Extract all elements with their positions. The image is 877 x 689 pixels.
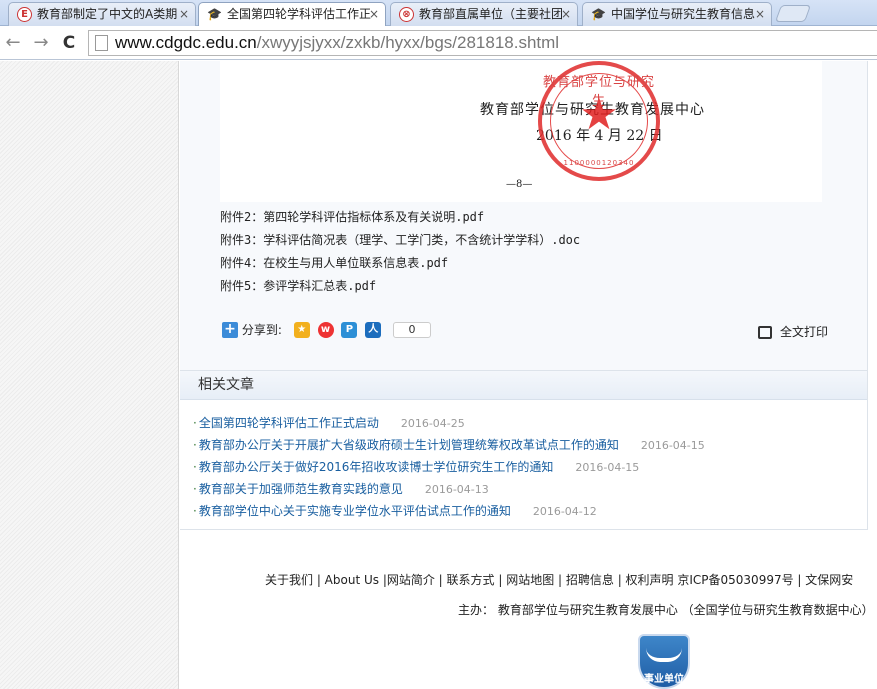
browser-tab[interactable]: ⊗ 教育部直属单位（主要社团 × [390,2,578,26]
attachment-link[interactable]: 附件3：学科评估简况表（理学、工学门类，不含统计学学科）.doc [220,229,580,252]
wave-icon [646,648,682,662]
bullet-icon: · [193,482,197,496]
document-page-number: —8— [506,179,533,190]
footer-host-info: 主办： 教育部学位与研究生教育发展中心 （全国学位与研究生教育数据中心） [458,603,874,617]
back-arrow-icon[interactable]: ← [2,32,24,54]
forward-arrow-icon[interactable]: → [30,32,52,54]
qzone-icon[interactable]: ★ [293,321,310,338]
list-item: · 教育部学位中心关于实施专业学位水平评估试点工作的通知 2016-04-12 [193,500,867,522]
list-item: · 教育部关于加强师范生教育实践的意见 2016-04-13 [193,478,867,500]
related-article-date: 2016-04-13 [424,483,489,496]
share-plus-icon[interactable]: + [222,321,238,338]
tab-title: 教育部制定了中文的A类期 [37,7,178,21]
related-article-date: 2016-04-15 [575,461,640,474]
qq-icon[interactable]: P [341,321,358,338]
address-bar[interactable]: www.cdgdc.edu.cn/xwyyjsjyxx/zxkb/hyxx/bg… [88,30,877,56]
seal-icon: ⊗ [399,7,414,22]
badge-text: 事业单位 [644,674,684,685]
tab-title: 全国第四轮学科评估工作正 [227,7,372,21]
document-scan-image: 教育部学位与研究生教育发展中心 2016 年 4 月 22 日 教育部学位与研究… [220,61,822,202]
list-item: · 教育部办公厅关于开展扩大省级政府硕士生计划管理统筹权改革试点工作的通知 2016… [193,434,867,456]
related-articles-panel: 相关文章 · 全国第四轮学科评估工作正式启动 2016-04-25 · 教育部办公厅关… [180,370,868,530]
public-institution-badge[interactable]: 事业单位 [638,634,690,689]
browser-toolbar: ← → C www.cdgdc.edu.cn/xwyyjsjyxx/zxkb/h… [0,26,877,60]
official-seal-stamp: 教育部学位与研究生 ★ 1100000120340 [538,61,660,181]
tab-close-icon[interactable]: × [561,3,571,25]
related-article-date: 2016-04-12 [532,505,597,518]
tab-title: 中国学位与研究生教育信息 [611,7,756,21]
url-path: /xwyyjsjyxx/zxkb/hyxx/bgs/281818.shtml [256,33,560,52]
related-article-date: 2016-04-15 [640,439,705,452]
browser-tab-active[interactable]: 🎓 全国第四轮学科评估工作正 × [198,2,386,26]
page-icon [95,35,108,51]
related-article-link[interactable]: 教育部学位中心关于实施专业学位水平评估试点工作的通知 [199,504,511,518]
reload-icon[interactable]: C [58,32,80,54]
list-item: · 全国第四轮学科评估工作正式启动 2016-04-25 [193,412,867,434]
footer-links[interactable]: 关于我们 | About Us |网站简介 | 联系方式 | 网站地图 | 招聘… [265,571,853,588]
attachment-list: 附件2：第四轮学科评估指标体系及有关说明.pdf 附件3：学科评估简况表（理学、… [220,206,580,298]
related-articles-list: · 全国第四轮学科评估工作正式启动 2016-04-25 · 教育部办公厅关于开展扩大… [180,400,867,522]
share-bar: + 分享到: ★ w P 人 0 [222,321,432,341]
related-article-link[interactable]: 教育部办公厅关于开展扩大省级政府硕士生计划管理统筹权改革试点工作的通知 [199,438,619,452]
bullet-icon: · [193,504,197,518]
browser-tab[interactable]: E 教育部制定了中文的A类期 × [8,2,196,26]
mortarboard-icon: 🎓 [591,7,606,21]
related-articles-title: 相关文章 [180,371,867,400]
e-favicon-icon: E [17,7,32,22]
attachment-link[interactable]: 附件2：第四轮学科评估指标体系及有关说明.pdf [220,206,580,229]
bullet-icon: · [193,416,197,430]
bullet-icon: · [193,438,197,452]
related-article-link[interactable]: 全国第四轮学科评估工作正式启动 [199,416,379,430]
print-label: 全文打印 [780,325,829,339]
tab-close-icon[interactable]: × [369,3,379,25]
attachment-link[interactable]: 附件5：参评学科汇总表.pdf [220,275,580,298]
tab-close-icon[interactable]: × [179,3,189,25]
new-tab-button[interactable] [774,5,812,22]
star-icon: ★ [579,89,619,140]
mortarboard-icon: 🎓 [207,7,222,21]
print-button[interactable]: 全文打印 [758,323,828,340]
list-item: · 教育部办公厅关于做好2016年招收攻读博士学位研究生工作的通知 2016-04-… [193,456,867,478]
share-count: 0 [393,321,432,338]
article-content: 教育部学位与研究生教育发展中心 2016 年 4 月 22 日 教育部学位与研究… [180,61,868,371]
attachment-link[interactable]: 附件4：在校生与用人单位联系信息表.pdf [220,252,580,275]
related-article-link[interactable]: 教育部关于加强师范生教育实践的意见 [199,482,403,496]
stamp-number: 1100000120340 [563,159,635,167]
bullet-icon: · [193,460,197,474]
tab-close-icon[interactable]: × [755,3,765,25]
browser-tab[interactable]: 🎓 中国学位与研究生教育信息 × [582,2,772,26]
tab-title: 教育部直属单位（主要社团 [419,7,564,21]
browser-tab-strip: E 教育部制定了中文的A类期 × 🎓 全国第四轮学科评估工作正 × ⊗ 教育部直… [0,0,877,26]
page-left-background [0,61,179,689]
share-label: 分享到: [241,323,282,337]
related-article-date: 2016-04-25 [400,417,465,430]
related-article-link[interactable]: 教育部办公厅关于做好2016年招收攻读博士学位研究生工作的通知 [199,460,554,474]
printer-icon [758,326,772,339]
weibo-icon[interactable]: w [317,321,334,338]
renren-icon[interactable]: 人 [365,321,382,338]
url-host: www.cdgdc.edu.cn [115,33,257,52]
